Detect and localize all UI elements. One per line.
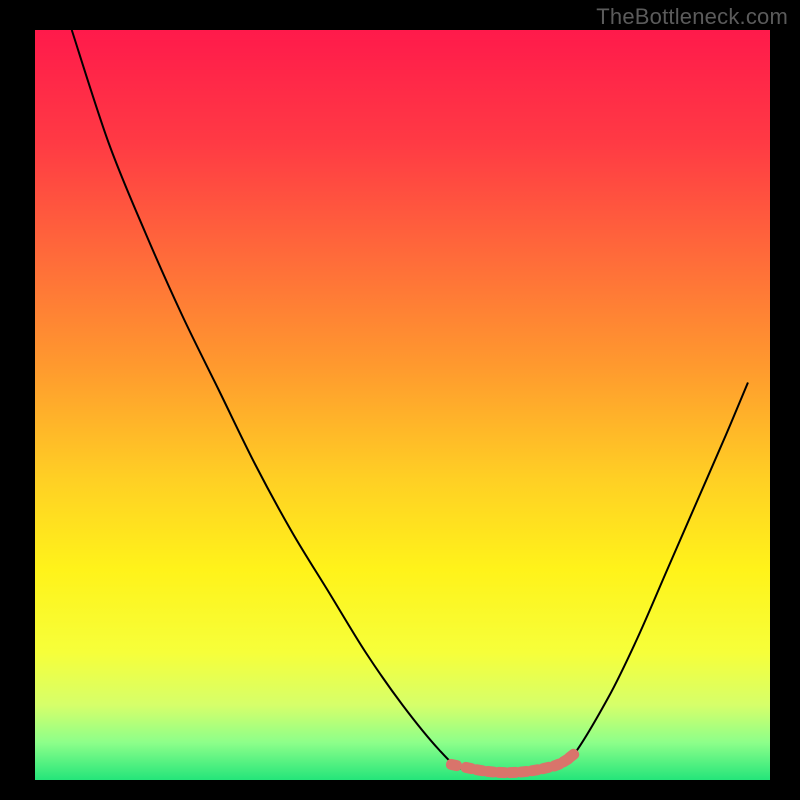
chart-frame: TheBottleneck.com [0,0,800,800]
bottleneck-curve-chart [0,0,800,800]
watermark-label: TheBottleneck.com [596,4,788,30]
gradient-background [35,30,770,780]
